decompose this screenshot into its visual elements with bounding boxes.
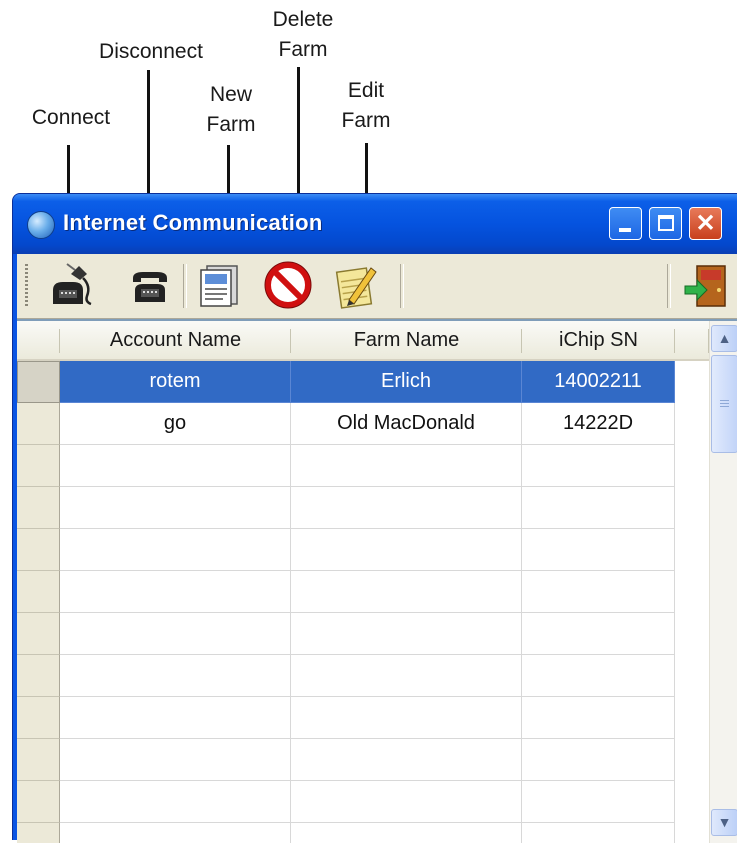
empty-cell[interactable] bbox=[522, 697, 675, 739]
row-header[interactable] bbox=[17, 823, 60, 843]
empty-cell[interactable] bbox=[522, 655, 675, 697]
maximize-icon bbox=[658, 215, 674, 231]
empty-cell[interactable] bbox=[522, 571, 675, 613]
empty-cell[interactable] bbox=[291, 487, 522, 529]
toolbar bbox=[17, 254, 737, 319]
empty-cell[interactable] bbox=[522, 823, 675, 843]
empty-cell[interactable] bbox=[291, 613, 522, 655]
new-farm-button[interactable] bbox=[195, 260, 245, 310]
empty-cell[interactable] bbox=[522, 781, 675, 823]
empty-cell[interactable] bbox=[60, 739, 291, 781]
empty-cell[interactable] bbox=[60, 529, 291, 571]
internet-globe-icon bbox=[27, 211, 55, 239]
delete-farm-button[interactable] bbox=[263, 260, 313, 310]
row-header[interactable] bbox=[17, 655, 60, 697]
delete-farm-no-sign-icon bbox=[264, 261, 312, 309]
vertical-scrollbar[interactable]: ▲ ▼ bbox=[709, 321, 737, 843]
empty-cell[interactable] bbox=[291, 445, 522, 487]
exit-door-icon bbox=[684, 265, 726, 307]
row-header[interactable] bbox=[17, 361, 60, 403]
callout-edit-farm: Edit Farm bbox=[341, 79, 391, 132]
edit-farm-notepad-icon bbox=[335, 267, 377, 309]
exit-button[interactable] bbox=[681, 260, 731, 310]
minimize-icon bbox=[619, 228, 631, 232]
new-farm-document-icon bbox=[200, 265, 238, 307]
window-title: Internet Communication bbox=[63, 210, 323, 235]
empty-cell[interactable] bbox=[522, 487, 675, 529]
column-header-farm-name[interactable]: Farm Name bbox=[291, 321, 522, 361]
connect-phone-icon bbox=[53, 263, 92, 306]
column-header-ichip-sn[interactable]: iChip SN bbox=[522, 321, 675, 361]
empty-cell[interactable] bbox=[60, 781, 291, 823]
scroll-thumb[interactable] bbox=[711, 355, 737, 453]
empty-cell[interactable] bbox=[60, 571, 291, 613]
row-header[interactable] bbox=[17, 697, 60, 739]
empty-cell[interactable] bbox=[522, 445, 675, 487]
empty-cell[interactable] bbox=[60, 697, 291, 739]
disconnect-phone-icon bbox=[133, 272, 167, 302]
empty-cell[interactable] bbox=[291, 655, 522, 697]
row-header[interactable] bbox=[17, 571, 60, 613]
row-header[interactable] bbox=[17, 445, 60, 487]
scroll-down-button[interactable]: ▼ bbox=[711, 809, 737, 836]
cell-farm-name[interactable]: Old MacDonald bbox=[291, 403, 522, 445]
callout-new-farm: New Farm bbox=[206, 83, 256, 136]
edit-farm-button[interactable] bbox=[331, 260, 381, 310]
cell-account-name[interactable]: go bbox=[60, 403, 291, 445]
connect-button[interactable] bbox=[47, 260, 97, 310]
row-header[interactable] bbox=[17, 739, 60, 781]
cell-farm-name[interactable]: Erlich bbox=[291, 361, 522, 403]
empty-cell[interactable] bbox=[522, 739, 675, 781]
row-header[interactable] bbox=[17, 781, 60, 823]
toolbar-separator bbox=[183, 264, 187, 308]
cell-account-name[interactable]: rotem bbox=[60, 361, 291, 403]
farm-data-grid: Account Name Farm Name iChip SN rotem Er… bbox=[17, 319, 737, 843]
empty-cell[interactable] bbox=[60, 445, 291, 487]
close-icon: ✕ bbox=[695, 210, 716, 237]
close-button[interactable]: ✕ bbox=[689, 207, 722, 240]
toolbar-grip[interactable] bbox=[25, 264, 28, 308]
empty-cell[interactable] bbox=[291, 823, 522, 843]
maximize-button[interactable] bbox=[649, 207, 682, 240]
toolbar-separator bbox=[667, 264, 671, 308]
row-header[interactable] bbox=[17, 403, 60, 445]
minimize-button[interactable] bbox=[609, 207, 642, 240]
scroll-up-button[interactable]: ▲ bbox=[711, 325, 737, 352]
empty-cell[interactable] bbox=[60, 613, 291, 655]
toolbar-separator bbox=[400, 264, 404, 308]
column-header-account-name[interactable]: Account Name bbox=[60, 321, 291, 361]
cell-ichip-sn[interactable]: 14002211 bbox=[522, 361, 675, 403]
empty-cell[interactable] bbox=[291, 781, 522, 823]
empty-cell[interactable] bbox=[291, 697, 522, 739]
row-header[interactable] bbox=[17, 529, 60, 571]
callout-disconnect: Disconnect bbox=[99, 40, 203, 63]
empty-cell[interactable] bbox=[291, 529, 522, 571]
empty-cell[interactable] bbox=[60, 655, 291, 697]
row-header[interactable] bbox=[17, 613, 60, 655]
callout-connect: Connect bbox=[31, 106, 111, 129]
empty-cell[interactable] bbox=[291, 739, 522, 781]
cell-ichip-sn[interactable]: 14222D bbox=[522, 403, 675, 445]
disconnect-button[interactable] bbox=[125, 260, 175, 310]
column-header-filler bbox=[675, 321, 709, 361]
row-header[interactable] bbox=[17, 487, 60, 529]
empty-cell[interactable] bbox=[291, 571, 522, 613]
callout-delete-farm: Delete Farm bbox=[272, 8, 334, 61]
empty-cell[interactable] bbox=[522, 529, 675, 571]
column-header-corner bbox=[17, 321, 60, 361]
empty-cell[interactable] bbox=[60, 823, 291, 843]
empty-cell[interactable] bbox=[522, 613, 675, 655]
internet-communication-window: Internet Communication ✕ Account Name Fa… bbox=[12, 193, 737, 843]
empty-cell[interactable] bbox=[60, 487, 291, 529]
title-bar[interactable]: Internet Communication ✕ bbox=[13, 194, 737, 254]
